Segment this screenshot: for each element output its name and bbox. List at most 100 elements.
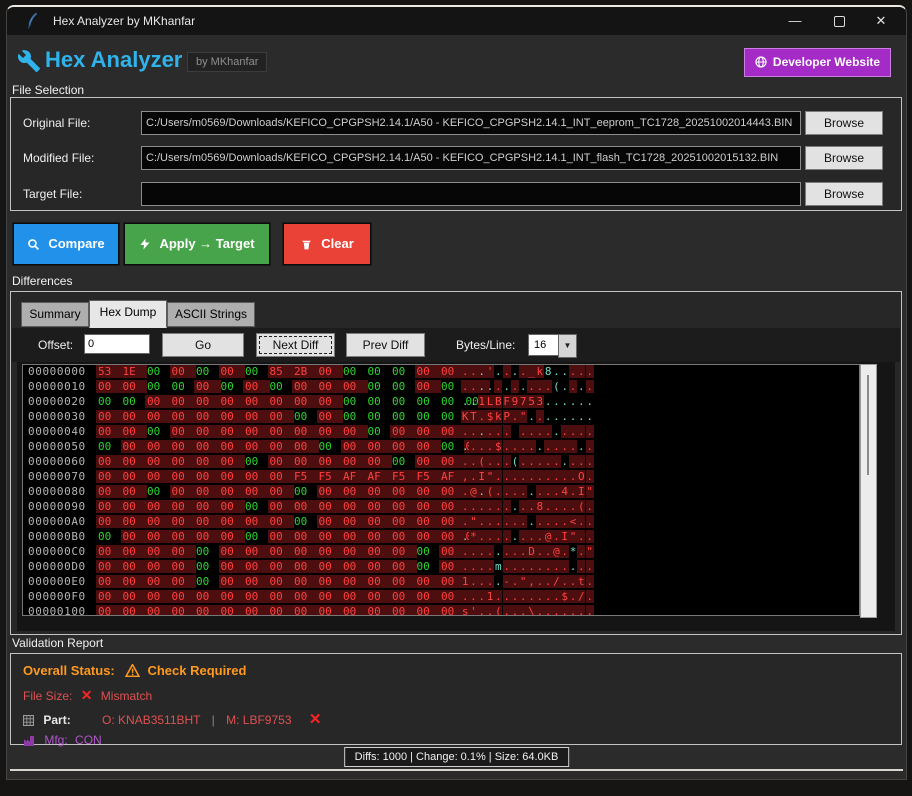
hex-byte: 00 [292, 500, 319, 513]
hex-view[interactable]: 00000000531E0000000000852B00000000000000… [22, 364, 860, 616]
hex-byte: 00 [170, 410, 197, 423]
clear-button[interactable]: Clear [283, 223, 371, 265]
hex-byte: F5 [317, 470, 344, 483]
ascii-char: . [527, 440, 535, 453]
hex-byte: 00 [341, 365, 368, 378]
offset-input[interactable] [84, 334, 150, 354]
hex-byte: 00 [194, 605, 221, 616]
hex-byte: 00 [219, 410, 246, 423]
hex-byte: 00 [366, 365, 393, 378]
ascii-char: . [478, 545, 486, 558]
ascii-char: . [569, 470, 577, 483]
ascii-char: k [494, 410, 502, 423]
tab-hex-dump[interactable]: Hex Dump [89, 300, 167, 328]
app-icon [25, 12, 41, 30]
hex-byte: 00 [341, 440, 368, 453]
hex-byte: 00 [121, 470, 148, 483]
ascii-char: . [544, 545, 552, 558]
minimize-button[interactable]: — [780, 7, 810, 35]
hex-byte: 00 [292, 380, 319, 393]
ascii-char: . [552, 365, 560, 378]
hex-byte: 00 [390, 410, 417, 423]
file-path-input[interactable] [141, 182, 801, 206]
next-diff-button[interactable]: Next Diff [256, 333, 335, 357]
ascii-char: . [527, 425, 535, 438]
hex-byte: 00 [243, 455, 270, 468]
hex-row: 0000006000000000000000000000000000000000… [23, 455, 859, 470]
hex-byte: 00 [243, 590, 270, 603]
prev-diff-button[interactable]: Prev Diff [346, 333, 425, 357]
file-path-input[interactable] [141, 146, 801, 170]
browse-button[interactable]: Browse [805, 146, 883, 170]
ascii-char: . [469, 380, 477, 393]
hex-address: 000000A0 [28, 515, 86, 528]
file-label: Original File: [23, 116, 90, 130]
hex-scrollbar[interactable] [860, 364, 877, 618]
title-bar[interactable]: Hex Analyzer by MKhanfar — ✕ [7, 7, 906, 35]
hex-byte: 00 [341, 455, 368, 468]
ascii-char: . [494, 380, 502, 393]
part-separator: | [212, 713, 215, 727]
maximize-button[interactable] [824, 7, 854, 35]
apply-target-button[interactable]: Apply → Target [124, 223, 270, 265]
ascii-char: . [561, 545, 569, 558]
hex-byte: 00 [145, 515, 172, 528]
hex-row: 0000005000000000000000000000000000000000… [23, 440, 859, 455]
ascii-char: 1 [478, 395, 486, 408]
overall-status-value: Check Required [147, 663, 246, 678]
compare-button[interactable]: Compare [13, 223, 119, 265]
hex-byte: 00 [121, 485, 148, 498]
hex-byte: 00 [317, 380, 344, 393]
hex-byte: 00 [366, 500, 393, 513]
hex-address: 00000050 [28, 440, 86, 453]
ascii-char: . [552, 455, 560, 468]
browse-button[interactable]: Browse [805, 182, 883, 206]
developer-website-button[interactable]: Developer Website [744, 48, 891, 77]
ascii-char: . [486, 500, 494, 513]
hex-byte: 00 [96, 590, 123, 603]
ascii-char: . [486, 530, 494, 543]
ascii-char: . [461, 485, 469, 498]
ascii-char: . [478, 575, 486, 588]
ascii-char: . [486, 560, 494, 573]
hex-byte: 00 [243, 395, 270, 408]
hex-byte: 00 [121, 590, 148, 603]
hex-byte: 00 [317, 605, 344, 616]
file-path-input[interactable] [141, 111, 801, 135]
ascii-char: . [478, 410, 486, 423]
ascii-char: . [536, 410, 544, 423]
ascii-char: . [544, 380, 552, 393]
hex-byte: 00 [292, 440, 319, 453]
hex-byte: 00 [415, 500, 442, 513]
hex-address: 000000E0 [28, 575, 86, 588]
ascii-char: * [569, 545, 577, 558]
ascii-char: . [577, 395, 585, 408]
hex-byte: 00 [268, 515, 295, 528]
browse-button[interactable]: Browse [805, 111, 883, 135]
hex-byte: 00 [390, 515, 417, 528]
hex-byte: 00 [243, 530, 270, 543]
hex-byte: 00 [268, 410, 295, 423]
tab-ascii-strings[interactable]: ASCII Strings [167, 302, 255, 327]
hex-byte: 00 [292, 545, 319, 558]
tab-summary[interactable]: Summary [21, 302, 89, 327]
hex-byte: 00 [390, 545, 417, 558]
hex-byte: 00 [243, 485, 270, 498]
hex-row: 000000C000000000000000000000000000000000… [23, 545, 859, 560]
file-size-row: File Size: ✕ Mismatch [23, 687, 152, 704]
ascii-char: . [494, 425, 502, 438]
go-button[interactable]: Go [162, 333, 244, 357]
ascii-char: . [544, 455, 552, 468]
ascii-char: . [503, 485, 511, 498]
ascii-char: . [586, 440, 594, 453]
hex-byte: 00 [317, 560, 344, 573]
ascii-char: B [494, 395, 502, 408]
part-label: Part: [43, 713, 70, 727]
close-button[interactable]: ✕ [866, 7, 896, 35]
ascii-char: . [511, 440, 519, 453]
hex-byte: 00 [366, 380, 393, 393]
ascii-char: . [569, 380, 577, 393]
hex-byte: 00 [292, 485, 319, 498]
scrollbar-thumb[interactable] [867, 375, 869, 475]
chevron-down-icon[interactable]: ▼ [558, 334, 577, 358]
